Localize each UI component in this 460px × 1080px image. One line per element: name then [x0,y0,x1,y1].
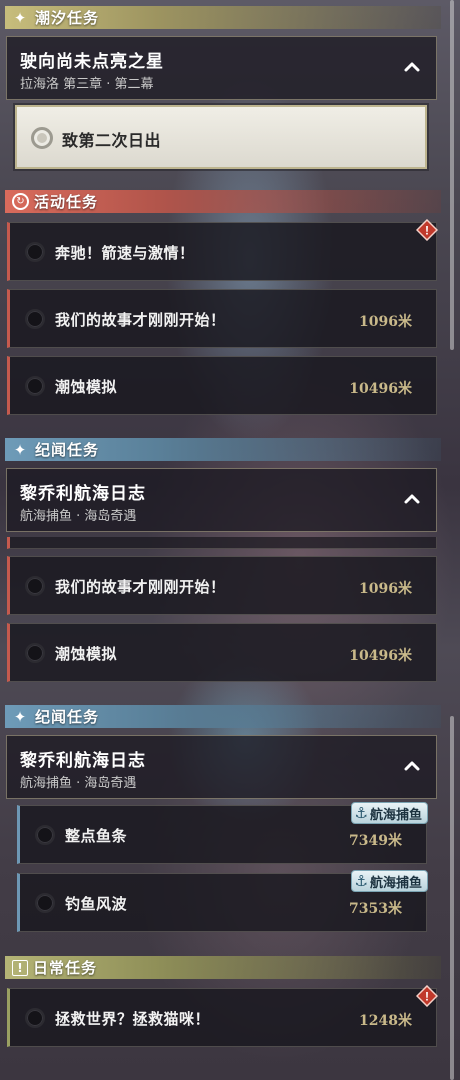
alert-mark: ! [425,224,429,238]
scrollbar[interactable] [450,0,454,350]
quest-distance: 1248米 [359,1013,412,1029]
group-subtitle: 航海捕鱼 · 海岛奇遇 [20,776,137,791]
section-title: 纪闻任务 [35,441,100,459]
quest-item-tracked[interactable]: 致第二次日出 [15,105,427,169]
tag-label: 航海捕鱼 [369,875,422,891]
sparkle-icon: ✦ [13,707,27,726]
quest-name: 潮蚀模拟 [55,378,118,396]
section-header-daily: ! 日常任务 [5,956,441,979]
exclamation-box-icon: ! [12,959,28,976]
quest-distance: 10496米 [349,648,412,664]
quest-status-dot [35,893,55,913]
anchor-icon: ⚓ [354,804,368,822]
quest-status-dot [25,643,45,663]
quest-item-partial [7,537,437,549]
section-title: 潮汐任务 [35,9,100,27]
quest-item[interactable]: 我们的故事才刚刚开始！ 1096米 [7,556,437,615]
quest-distance: 10496米 [349,381,412,397]
quest-status-dot [25,1008,45,1028]
anchor-icon: ⚓ [354,872,368,890]
chevron-up-icon[interactable] [402,489,422,509]
sparkle-icon: ✦ [13,8,27,27]
quest-status-dot [25,576,45,596]
group-subtitle: 航海捕鱼 · 海岛奇遇 [20,509,137,524]
alert-diamond-icon: ! [416,985,438,1007]
quest-distance: 7353米 [349,901,402,917]
group-subtitle: 拉海洛 第三章 · 第二幕 [20,77,154,92]
quest-group-tide[interactable]: 驶向尚未点亮之星 拉海洛 第三章 · 第二幕 [6,36,437,100]
tracking-ring-icon [31,127,53,149]
group-title: 黎乔利航海日志 [20,751,146,771]
quest-name: 钓鱼风波 [65,895,128,913]
quest-name: 我们的故事才刚刚开始！ [55,578,226,596]
quest-status-dot [25,376,45,396]
quest-item[interactable]: 拯救世界？拯救猫咪！ 1248米 ! [7,985,438,1047]
quest-item[interactable]: 奔驰！箭速与激情！ ! [7,219,438,281]
alert-mark: ! [425,990,429,1004]
quest-item[interactable]: 整点鱼条 7349米 ⚓ 航海捕鱼 [17,802,428,864]
scrollbar[interactable] [450,716,454,1080]
quest-item[interactable]: 钓鱼风波 7353米 ⚓ 航海捕鱼 [17,870,428,932]
section-title: 日常任务 [33,959,98,977]
quest-distance: 1096米 [359,581,412,597]
section-title: 活动任务 [34,193,99,211]
quest-name: 我们的故事才刚刚开始！ [55,311,226,329]
section-title: 纪闻任务 [35,708,100,726]
quest-item[interactable]: 潮蚀模拟 10496米 [7,623,437,682]
fishing-tag: ⚓ 航海捕鱼 [350,802,428,824]
quest-name: 拯救世界？拯救猫咪！ [55,1010,211,1028]
sparkle-icon: ✦ [13,440,27,459]
quest-item[interactable]: 潮蚀模拟 10496米 [7,356,437,415]
chevron-up-icon[interactable] [402,756,422,776]
tag-label: 航海捕鱼 [369,807,422,823]
quest-name: 整点鱼条 [65,827,128,845]
section-header-activity: ↻ 活动任务 [5,190,441,213]
quest-name: 致第二次日出 [62,131,162,150]
group-title: 黎乔利航海日志 [20,484,146,504]
section-header-news: ✦ 纪闻任务 [5,438,441,461]
quest-status-dot [25,309,45,329]
quest-status-dot [25,242,45,262]
activity-icon: ↻ [12,193,29,210]
quest-group-news[interactable]: 黎乔利航海日志 航海捕鱼 · 海岛奇遇 [6,468,437,532]
quest-item[interactable]: 我们的故事才刚刚开始！ 1096米 [7,289,437,348]
alert-diamond-icon: ! [416,219,438,241]
quest-distance: 1096米 [359,314,412,330]
quest-distance: 7349米 [349,833,402,849]
section-header-tide: ✦ 潮汐任务 [5,6,441,29]
quest-name: 潮蚀模拟 [55,645,118,663]
quest-name: 奔驰！箭速与激情！ [55,244,195,262]
fishing-tag: ⚓ 航海捕鱼 [350,870,428,892]
section-header-news: ✦ 纪闻任务 [5,705,441,728]
quest-status-dot [35,825,55,845]
quest-group-news[interactable]: 黎乔利航海日志 航海捕鱼 · 海岛奇遇 [6,735,437,799]
group-title: 驶向尚未点亮之星 [20,52,164,72]
chevron-up-icon[interactable] [402,57,422,77]
